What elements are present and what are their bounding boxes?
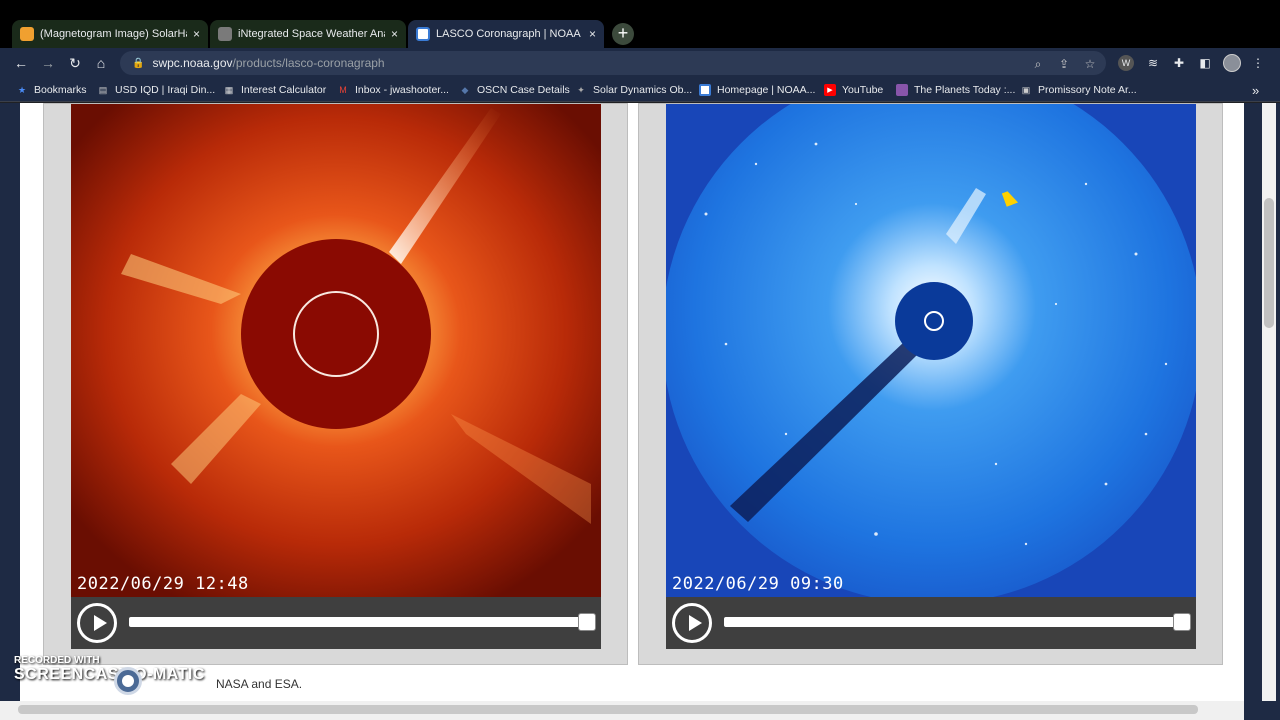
noaa-icon — [699, 84, 711, 96]
menu-icon[interactable]: ⋮ — [1250, 55, 1266, 71]
watermark-line1: RECORDED WITH — [14, 655, 100, 666]
close-icon[interactable]: × — [193, 27, 200, 41]
recording-watermark: RECORDED WITH SCREENCAST-O-MATIC — [14, 655, 205, 684]
bookmark-item[interactable]: ▦ Interest Calculator — [223, 83, 326, 97]
bookmark-item[interactable]: The Planets Today :... — [896, 83, 1015, 97]
slider-handle[interactable] — [578, 613, 596, 631]
watermark-line2: SCREENCAST-O-MATIC — [14, 666, 205, 683]
bookmark-item[interactable]: ▶ YouTube — [824, 83, 883, 97]
forward-arrow-icon[interactable]: → — [39, 54, 57, 72]
satellite-icon: ✦ — [577, 84, 585, 95]
screencast-logo-icon — [114, 667, 142, 695]
timestamp-label: 2022/06/29 09:30 — [672, 574, 844, 594]
slider-handle[interactable] — [1173, 613, 1191, 631]
coronagraph-c3-image — [666, 104, 1196, 604]
bookmark-item[interactable]: M Inbox - jwashooter... — [337, 83, 449, 97]
bookmarks-overflow-button[interactable]: » — [1252, 83, 1259, 98]
coronagraph-c3-viewer: 2022/06/29 09:30 — [666, 104, 1196, 649]
sun-icon — [20, 27, 34, 41]
bookmark-item[interactable]: Homepage | NOAA... — [699, 83, 815, 97]
bookmark-item[interactable]: ✦ Solar Dynamics Ob... — [575, 83, 692, 97]
coronagraph-c2-viewer: 2022/06/29 12:48 — [71, 104, 601, 649]
vertical-scrollbar-thumb[interactable] — [1264, 198, 1274, 328]
tab-strip: (Magnetogram Image) SolarHam × iNtegrate… — [0, 0, 1280, 48]
bookmark-label: Solar Dynamics Ob... — [593, 84, 693, 96]
tab-label: iNtegrated Space Weather Analy — [238, 28, 385, 40]
calculator-icon: ▦ — [224, 84, 234, 95]
play-button[interactable] — [672, 603, 712, 643]
tab-space-weather[interactable]: iNtegrated Space Weather Analy × — [210, 20, 406, 48]
timeline-slider[interactable] — [724, 613, 1191, 631]
toolbar: ← → ↻ ⌂ 🔒 swpc.noaa.gov /products/lasco-… — [0, 48, 1280, 78]
bookmark-label: Interest Calculator — [241, 84, 327, 96]
star-icon: ★ — [17, 84, 27, 95]
chart-icon: ▤ — [98, 84, 108, 95]
playback-controls — [71, 597, 601, 649]
puzzle-icon[interactable]: ✚ — [1171, 55, 1187, 71]
close-icon[interactable]: × — [391, 27, 398, 41]
tab-label: LASCO Coronagraph | NOAA / N — [436, 28, 583, 40]
tab-solarham[interactable]: (Magnetogram Image) SolarHam × — [12, 20, 208, 48]
play-button[interactable] — [77, 603, 117, 643]
reload-icon[interactable]: ↻ — [66, 54, 84, 72]
page-viewport: 2022/06/29 12:48 2022/06/29 09:30 NASA a… — [0, 103, 1280, 720]
home-icon[interactable]: ⌂ — [92, 54, 110, 72]
star-icon[interactable]: ☆ — [1082, 56, 1098, 72]
youtube-icon: ▶ — [824, 84, 836, 96]
bookmark-label: USD IQD | Iraqi Din... — [115, 84, 216, 96]
bookmark-item[interactable]: ▣ Promissory Note Ar... — [1020, 83, 1137, 97]
bookmark-label: Promissory Note Ar... — [1038, 84, 1137, 96]
address-bar[interactable]: 🔒 swpc.noaa.gov /products/lasco-coronagr… — [120, 51, 1106, 75]
timestamp-label: 2022/06/29 12:48 — [77, 574, 249, 594]
share-icon[interactable]: ⇪ — [1056, 56, 1072, 72]
viewer-panel-c2: 2022/06/29 12:48 — [43, 103, 628, 665]
page-content: 2022/06/29 12:48 2022/06/29 09:30 NASA a… — [20, 103, 1244, 701]
extension-w-icon[interactable]: W — [1118, 55, 1134, 71]
extension-wave-icon[interactable]: ≋ — [1145, 55, 1161, 71]
tab-label: (Magnetogram Image) SolarHam — [40, 28, 187, 40]
bookmark-label: YouTube — [842, 84, 884, 96]
avatar[interactable] — [1223, 54, 1241, 72]
bookmark-label: Bookmarks — [34, 84, 87, 96]
bookmark-item[interactable]: ★ Bookmarks — [16, 83, 87, 97]
planet-icon — [896, 84, 908, 96]
playback-controls — [666, 597, 1196, 649]
shield-icon: ◆ — [461, 84, 469, 95]
vertical-scrollbar[interactable] — [1262, 103, 1276, 701]
bookmark-item[interactable]: ◆ OSCN Case Details — [459, 83, 570, 97]
bookmarks-bar: ★ Bookmarks ▤ USD IQD | Iraqi Din... ▦ I… — [0, 78, 1280, 102]
browser-window: (Magnetogram Image) SolarHam × iNtegrate… — [0, 0, 1280, 720]
horizontal-scrollbar-thumb[interactable] — [18, 705, 1198, 714]
gmail-icon: M — [339, 85, 347, 95]
noaa-icon — [416, 27, 430, 41]
lock-icon[interactable]: 🔒 — [132, 58, 144, 69]
bookmark-item[interactable]: ▤ USD IQD | Iraqi Din... — [97, 83, 215, 97]
viewer-panel-c3: 2022/06/29 09:30 — [638, 103, 1223, 665]
back-arrow-icon[interactable]: ← — [12, 54, 30, 72]
document-icon: ▣ — [1021, 84, 1031, 95]
new-tab-button[interactable]: + — [612, 23, 634, 45]
bookmark-label: Homepage | NOAA... — [717, 84, 816, 96]
bookmark-label: OSCN Case Details — [477, 84, 570, 96]
side-panel-icon[interactable]: ◧ — [1197, 55, 1213, 71]
bookmark-label: The Planets Today :... — [914, 84, 1016, 96]
coronagraph-c2-image — [71, 104, 601, 597]
image-credit: NASA and ESA. — [216, 677, 303, 691]
timeline-slider[interactable] — [129, 613, 596, 631]
close-icon[interactable]: × — [589, 27, 596, 41]
url-host: swpc.noaa.gov — [152, 56, 233, 70]
satellite-icon — [218, 27, 232, 41]
bookmark-label: Inbox - jwashooter... — [355, 84, 449, 96]
zoom-icon[interactable]: ⌕ — [1030, 56, 1046, 72]
horizontal-scrollbar[interactable] — [0, 701, 1244, 720]
tab-lasco[interactable]: LASCO Coronagraph | NOAA / N × — [408, 20, 604, 48]
url-path: /products/lasco-coronagraph — [232, 56, 385, 70]
